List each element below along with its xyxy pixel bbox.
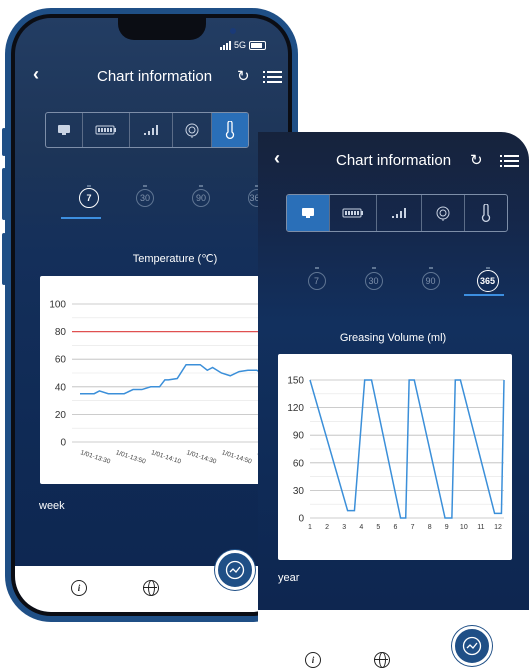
- volume-button: [2, 168, 6, 220]
- period-label: week: [39, 500, 65, 512]
- volume-button: [2, 233, 6, 285]
- chart-title: Temperature (℃): [132, 253, 218, 265]
- period-30[interactable]: 30: [117, 188, 173, 208]
- category-selector: [45, 112, 249, 148]
- period-365-label: 365: [476, 270, 499, 292]
- thermometer-icon[interactable]: [465, 195, 507, 231]
- globe-icon[interactable]: [374, 652, 390, 668]
- x-tick-label: 4: [359, 524, 363, 531]
- back-arrow-icon[interactable]: ‹: [274, 148, 280, 169]
- chart-fab-button[interactable]: [452, 626, 492, 666]
- temperature-line: [80, 363, 267, 395]
- y-tick-label: 60: [293, 458, 305, 469]
- x-tick-label: 11: [477, 524, 484, 531]
- front-screen: ‹ Chart information ↻ 7 30 90 365 Greasi…: [258, 132, 529, 610]
- period-90[interactable]: 90: [402, 270, 459, 292]
- greasing-chart-svg: 03060901201501 2 3 4 5 6 7 8 9 10 11 12: [287, 376, 505, 531]
- volume-button: [2, 128, 6, 156]
- battery-status-icon: [249, 40, 266, 50]
- period-90-label: 90: [421, 272, 440, 290]
- y-tick-label: 30: [293, 486, 305, 497]
- signal-bars-icon: [219, 40, 231, 50]
- x-tick-label: 1/01-13:30: [79, 449, 111, 465]
- x-tick-label: 1: [308, 524, 312, 531]
- camera: [230, 28, 236, 34]
- info-icon[interactable]: i: [71, 580, 87, 596]
- y-tick-label: 20: [55, 410, 67, 421]
- x-tick-label: 1/01-13:50: [115, 449, 147, 465]
- y-tick-label: 100: [49, 300, 66, 311]
- x-tick-label: 1/01-14:30: [185, 449, 217, 465]
- status-bar: 5G: [219, 40, 266, 50]
- globe-icon[interactable]: [143, 580, 159, 596]
- y-tick-label: 40: [55, 382, 67, 393]
- battery-icon[interactable]: [83, 113, 130, 147]
- trend-chart-icon: [462, 636, 482, 656]
- page-title: Chart information: [97, 68, 213, 85]
- chart-title: Greasing Volume (ml): [339, 332, 447, 344]
- x-tick-label: 6: [394, 524, 398, 531]
- x-tick-label: 5: [376, 524, 380, 531]
- x-tick-label: 7: [411, 524, 415, 531]
- refresh-icon[interactable]: ↻: [237, 67, 250, 85]
- period-90[interactable]: 90: [173, 188, 229, 208]
- x-tick-label: 9: [445, 524, 449, 531]
- x-tick-label: 1/01-14:10: [150, 449, 182, 465]
- chart-fab-button[interactable]: [215, 550, 255, 590]
- y-tick-label: 90: [293, 431, 305, 442]
- info-icon[interactable]: i: [305, 652, 321, 668]
- signal-icon[interactable]: [377, 195, 422, 231]
- x-tick-label: 2: [325, 524, 329, 531]
- front-phone: ‹ Chart information ↻ 7 30 90 365 Greasi…: [258, 132, 529, 668]
- temperature-chart: 0 20 40 60 80 100 1/01-13:30 1/01-13:50 1/01-14:…: [40, 276, 280, 484]
- thermometer-icon[interactable]: [212, 113, 248, 147]
- page-title: Chart information: [336, 152, 452, 169]
- y-tick-label: 0: [60, 438, 66, 449]
- refresh-icon[interactable]: ↻: [470, 151, 483, 169]
- header: ‹ Chart information ↻: [258, 148, 529, 172]
- y-tick-label: 150: [287, 376, 304, 387]
- period-7[interactable]: 7: [288, 270, 345, 292]
- period-365[interactable]: 365: [459, 270, 516, 292]
- period-30-label: 30: [364, 272, 383, 290]
- period-90-label: 90: [192, 189, 210, 207]
- category-selector: [286, 194, 508, 232]
- back-phone: 5G ‹ Chart information ↻ 7 30 90 365 Tem…: [2, 8, 298, 622]
- x-tick-label: 10: [460, 524, 468, 531]
- period-7-label: 7: [307, 272, 326, 290]
- period-underline: [61, 217, 101, 219]
- y-tick-label: 120: [287, 403, 304, 414]
- gauge-icon[interactable]: [173, 113, 212, 147]
- period-7[interactable]: 7: [61, 188, 117, 208]
- greasing-volume-chart: 0 30 60 90 120 150 1 2 3 4 5 6 7 8 9 10 11 12: [278, 354, 512, 560]
- back-arrow-icon[interactable]: ‹: [33, 64, 39, 85]
- gauge-icon[interactable]: [422, 195, 465, 231]
- network-label: 5G: [233, 40, 246, 50]
- monitor-icon[interactable]: [287, 195, 330, 231]
- menu-icon[interactable]: [500, 155, 519, 170]
- y-tick-label: 0: [298, 514, 304, 525]
- menu-icon[interactable]: [263, 71, 282, 86]
- period-7-label: 7: [79, 188, 99, 208]
- notch: [118, 18, 236, 40]
- monitor-icon[interactable]: [46, 113, 83, 147]
- signal-icon[interactable]: [130, 113, 173, 147]
- period-30[interactable]: 30: [345, 270, 402, 292]
- y-tick-label: 80: [55, 327, 67, 338]
- period-underline: [464, 294, 504, 296]
- header: ‹ Chart information ↻: [15, 64, 288, 88]
- x-tick-label: 3: [342, 524, 346, 531]
- period-label: year: [278, 572, 300, 584]
- period-30-label: 30: [136, 189, 154, 207]
- x-tick-label: 1/01-14:50: [221, 449, 253, 465]
- x-tick-label: 12: [494, 524, 502, 531]
- back-screen: 5G ‹ Chart information ↻ 7 30 90 365 Tem…: [15, 18, 288, 612]
- temperature-chart-svg: 0204060801001/01-13:30 1/01-13:50 1/01-14:…: [49, 300, 280, 466]
- trend-chart-icon: [225, 560, 245, 580]
- period-selector: 7 30 90 365: [61, 188, 285, 208]
- battery-icon[interactable]: [330, 195, 377, 231]
- x-tick-label: 8: [428, 524, 432, 531]
- y-tick-label: 60: [55, 355, 67, 366]
- period-selector: 7 30 90 365: [288, 270, 516, 292]
